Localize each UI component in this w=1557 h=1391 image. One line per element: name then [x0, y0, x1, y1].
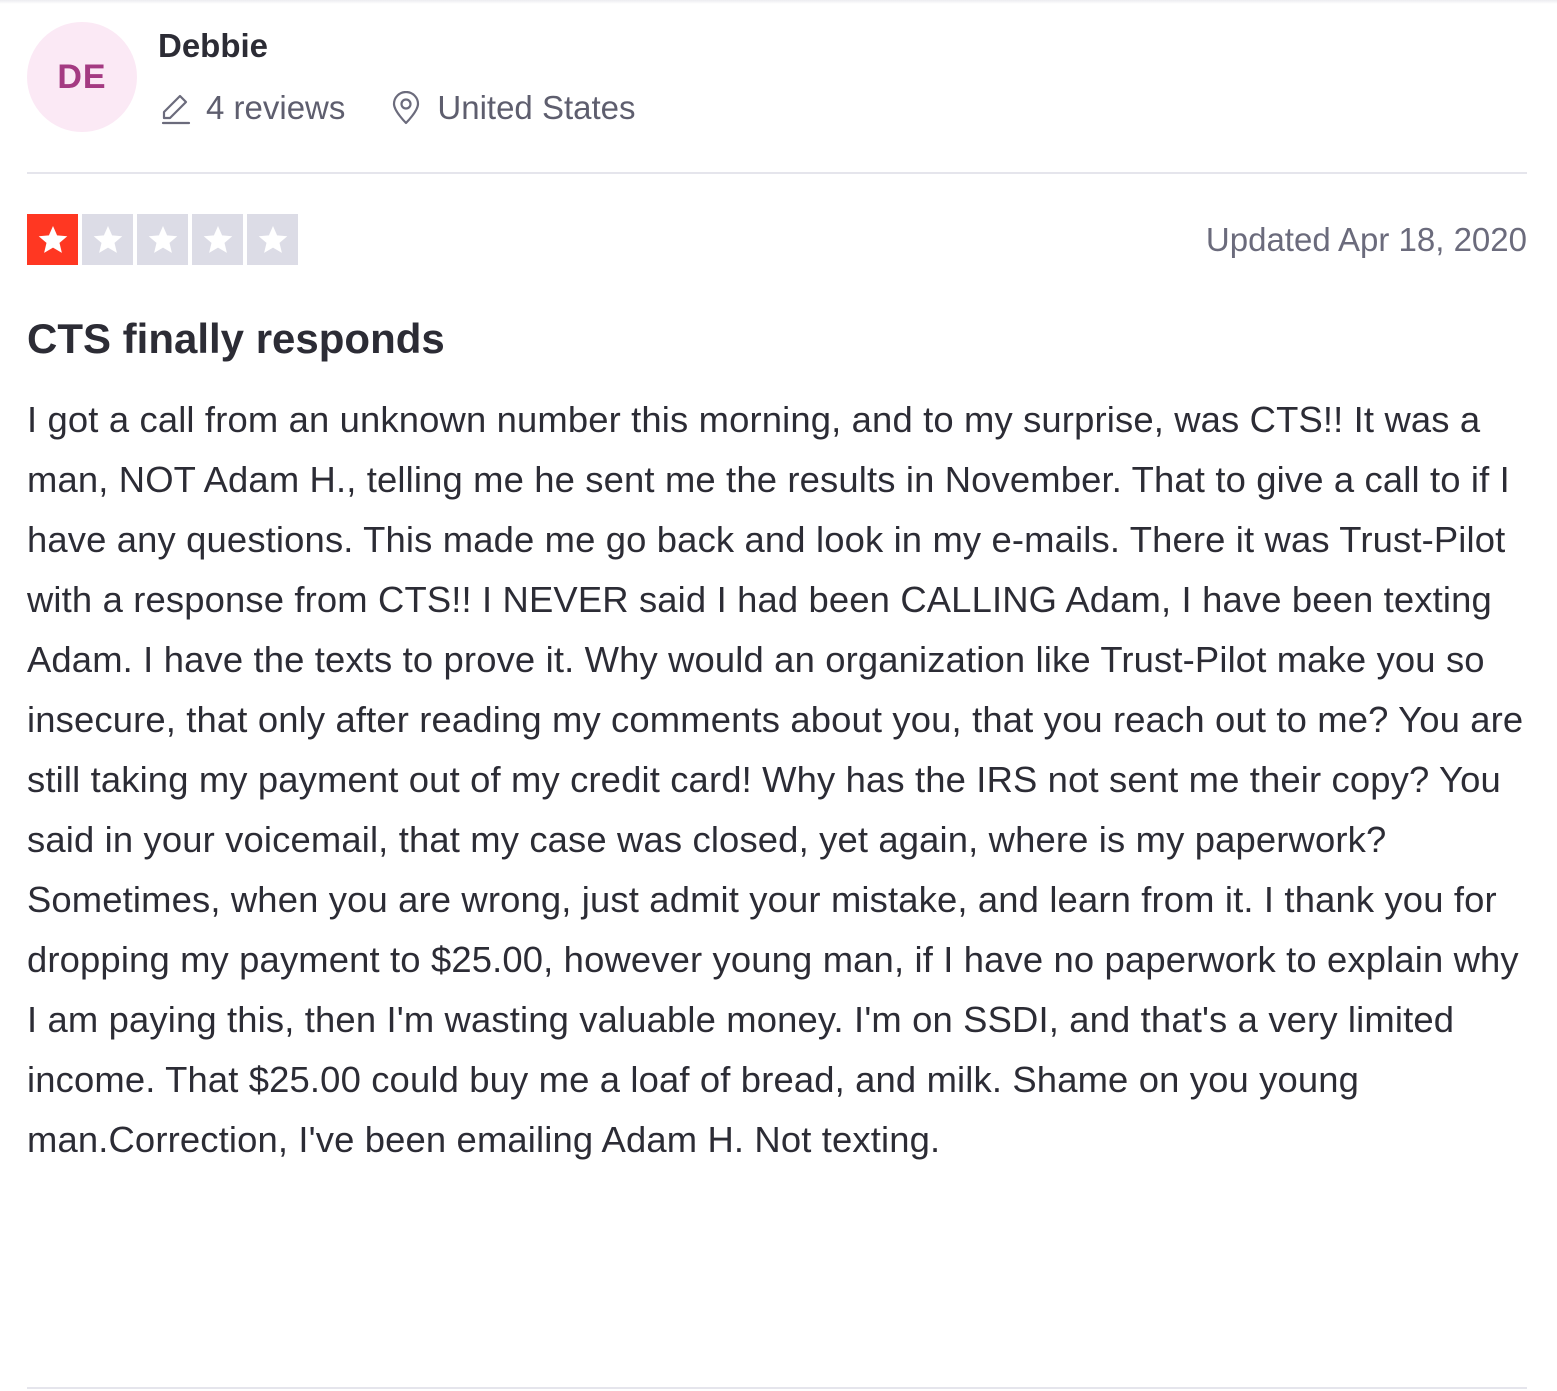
- review-title[interactable]: CTS finally responds: [27, 311, 445, 367]
- consumer-name[interactable]: Debbie: [158, 26, 268, 66]
- avatar[interactable]: DE: [27, 22, 137, 132]
- avatar-initials: DE: [57, 57, 107, 96]
- star-rating: [27, 214, 298, 265]
- divider-bottom: [27, 1387, 1527, 1389]
- divider: [27, 172, 1527, 174]
- review-date: Updated Apr 18, 2020: [1205, 221, 1527, 258]
- star-icon: [27, 214, 78, 265]
- review-card: DE Debbie 4 reviews United States Update…: [27, 0, 1527, 1391]
- location-pin-icon: [389, 90, 423, 125]
- star-icon: [192, 214, 243, 265]
- star-icon: [247, 214, 298, 265]
- consumer-location: United States: [437, 89, 636, 126]
- review-body: I got a call from an unknown number this…: [27, 399, 1524, 1160]
- consumer-meta: 4 reviews United States: [158, 86, 636, 130]
- star-icon: [82, 214, 133, 265]
- pencil-icon: [158, 91, 192, 125]
- star-icon: [137, 214, 188, 265]
- reviews-count: 4 reviews: [206, 89, 346, 126]
